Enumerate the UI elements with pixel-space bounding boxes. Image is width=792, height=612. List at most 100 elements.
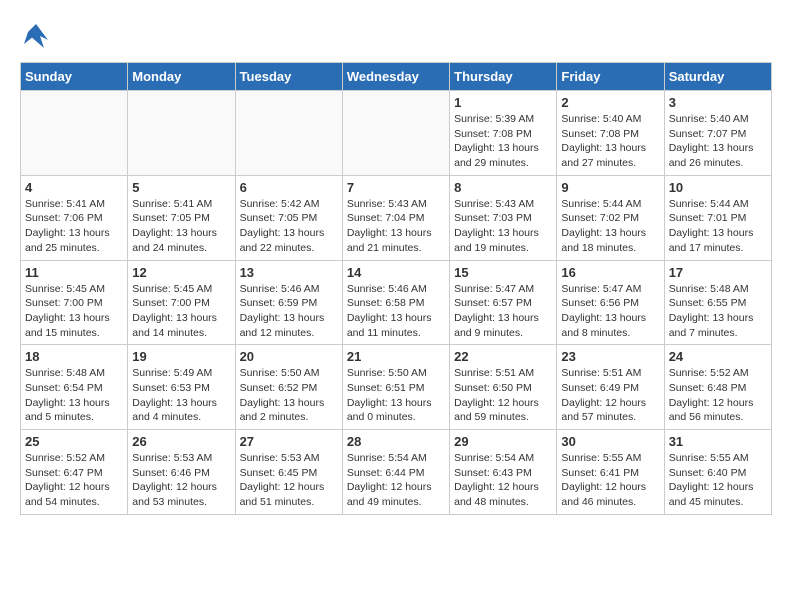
day-number: 17 [669, 265, 767, 280]
calendar-cell: 21 Sunrise: 5:50 AM Sunset: 6:51 PM Dayli… [342, 345, 449, 430]
logo-icon [20, 20, 52, 52]
calendar-cell: 31 Sunrise: 5:55 AM Sunset: 6:40 PM Dayli… [664, 430, 771, 515]
weekday-header-thursday: Thursday [450, 63, 557, 91]
calendar-cell: 22Sunrise: 5:51 AM Sunset: 6:50 PM Dayli… [450, 345, 557, 430]
day-info: Sunrise: 5:43 AM Sunset: 7:04 PM Dayligh… [347, 197, 445, 256]
day-number: 5 [132, 180, 230, 195]
calendar-cell: 9Sunrise: 5:44 AM Sunset: 7:02 PM Daylig… [557, 175, 664, 260]
day-number: 19 [132, 349, 230, 364]
day-info: Sunrise: 5:50 AM Sunset: 6:52 PM Dayligh… [240, 366, 338, 425]
weekday-header-sunday: Sunday [21, 63, 128, 91]
calendar-cell: 2 Sunrise: 5:40 AM Sunset: 7:08 PM Daylig… [557, 91, 664, 176]
day-number: 24 [669, 349, 767, 364]
day-info: Sunrise: 5:55 AM Sunset: 6:40 PM Dayligh… [669, 451, 767, 510]
day-number: 11 [25, 265, 123, 280]
day-number: 16 [561, 265, 659, 280]
calendar-week-row: 11 Sunrise: 5:45 AM Sunset: 7:00 PM Dayli… [21, 260, 772, 345]
day-info: Sunrise: 5:54 AM Sunset: 6:43 PM Dayligh… [454, 451, 552, 510]
calendar-cell: 20 Sunrise: 5:50 AM Sunset: 6:52 PM Dayli… [235, 345, 342, 430]
day-number: 10 [669, 180, 767, 195]
day-info: Sunrise: 5:54 AM Sunset: 6:44 PM Dayligh… [347, 451, 445, 510]
day-number: 31 [669, 434, 767, 449]
weekday-header-wednesday: Wednesday [342, 63, 449, 91]
day-number: 12 [132, 265, 230, 280]
day-info: Sunrise: 5:47 AM Sunset: 6:56 PM Dayligh… [561, 282, 659, 341]
calendar-cell: 6Sunrise: 5:42 AM Sunset: 7:05 PM Daylig… [235, 175, 342, 260]
calendar-week-row: 1Sunrise: 5:39 AM Sunset: 7:08 PM Daylig… [21, 91, 772, 176]
day-info: Sunrise: 5:52 AM Sunset: 6:48 PM Dayligh… [669, 366, 767, 425]
page-header [20, 20, 772, 52]
day-number: 20 [240, 349, 338, 364]
calendar-cell: 11 Sunrise: 5:45 AM Sunset: 7:00 PM Dayli… [21, 260, 128, 345]
day-info: Sunrise: 5:39 AM Sunset: 7:08 PM Dayligh… [454, 112, 552, 171]
calendar-cell [342, 91, 449, 176]
calendar-week-row: 4 Sunrise: 5:41 AM Sunset: 7:06 PM Daylig… [21, 175, 772, 260]
day-number: 21 [347, 349, 445, 364]
weekday-header-monday: Monday [128, 63, 235, 91]
calendar-cell: 10 Sunrise: 5:44 AM Sunset: 7:01 PM Dayli… [664, 175, 771, 260]
calendar-cell [128, 91, 235, 176]
day-info: Sunrise: 5:45 AM Sunset: 7:00 PM Dayligh… [25, 282, 123, 341]
day-info: Sunrise: 5:45 AM Sunset: 7:00 PM Dayligh… [132, 282, 230, 341]
day-info: Sunrise: 5:44 AM Sunset: 7:02 PM Dayligh… [561, 197, 659, 256]
calendar-week-row: 18Sunrise: 5:48 AM Sunset: 6:54 PM Dayli… [21, 345, 772, 430]
day-number: 13 [240, 265, 338, 280]
day-info: Sunrise: 5:55 AM Sunset: 6:41 PM Dayligh… [561, 451, 659, 510]
calendar-cell: 19 Sunrise: 5:49 AM Sunset: 6:53 PM Dayli… [128, 345, 235, 430]
day-number: 26 [132, 434, 230, 449]
day-info: Sunrise: 5:46 AM Sunset: 6:59 PM Dayligh… [240, 282, 338, 341]
calendar-cell: 28 Sunrise: 5:54 AM Sunset: 6:44 PM Dayli… [342, 430, 449, 515]
day-info: Sunrise: 5:49 AM Sunset: 6:53 PM Dayligh… [132, 366, 230, 425]
calendar-week-row: 25 Sunrise: 5:52 AM Sunset: 6:47 PM Dayli… [21, 430, 772, 515]
day-info: Sunrise: 5:53 AM Sunset: 6:46 PM Dayligh… [132, 451, 230, 510]
day-number: 15 [454, 265, 552, 280]
day-number: 2 [561, 95, 659, 110]
day-info: Sunrise: 5:50 AM Sunset: 6:51 PM Dayligh… [347, 366, 445, 425]
day-info: Sunrise: 5:40 AM Sunset: 7:08 PM Dayligh… [561, 112, 659, 171]
day-number: 29 [454, 434, 552, 449]
calendar-cell: 14 Sunrise: 5:46 AM Sunset: 6:58 PM Dayli… [342, 260, 449, 345]
calendar-cell: 1Sunrise: 5:39 AM Sunset: 7:08 PM Daylig… [450, 91, 557, 176]
calendar-cell [21, 91, 128, 176]
day-info: Sunrise: 5:51 AM Sunset: 6:50 PM Dayligh… [454, 366, 552, 425]
calendar-cell: 18Sunrise: 5:48 AM Sunset: 6:54 PM Dayli… [21, 345, 128, 430]
calendar-cell: 12 Sunrise: 5:45 AM Sunset: 7:00 PM Dayli… [128, 260, 235, 345]
day-info: Sunrise: 5:52 AM Sunset: 6:47 PM Dayligh… [25, 451, 123, 510]
calendar-cell: 17 Sunrise: 5:48 AM Sunset: 6:55 PM Dayli… [664, 260, 771, 345]
day-info: Sunrise: 5:48 AM Sunset: 6:55 PM Dayligh… [669, 282, 767, 341]
day-info: Sunrise: 5:44 AM Sunset: 7:01 PM Dayligh… [669, 197, 767, 256]
calendar-cell: 23 Sunrise: 5:51 AM Sunset: 6:49 PM Dayli… [557, 345, 664, 430]
day-info: Sunrise: 5:41 AM Sunset: 7:06 PM Dayligh… [25, 197, 123, 256]
day-number: 7 [347, 180, 445, 195]
weekday-header-saturday: Saturday [664, 63, 771, 91]
calendar-cell: 24 Sunrise: 5:52 AM Sunset: 6:48 PM Dayli… [664, 345, 771, 430]
day-number: 14 [347, 265, 445, 280]
calendar-cell: 4 Sunrise: 5:41 AM Sunset: 7:06 PM Daylig… [21, 175, 128, 260]
day-info: Sunrise: 5:40 AM Sunset: 7:07 PM Dayligh… [669, 112, 767, 171]
day-number: 25 [25, 434, 123, 449]
day-number: 27 [240, 434, 338, 449]
logo [20, 20, 56, 52]
calendar-cell: 5 Sunrise: 5:41 AM Sunset: 7:05 PM Daylig… [128, 175, 235, 260]
weekday-header-row: SundayMondayTuesdayWednesdayThursdayFrid… [21, 63, 772, 91]
calendar-cell: 16 Sunrise: 5:47 AM Sunset: 6:56 PM Dayli… [557, 260, 664, 345]
day-number: 28 [347, 434, 445, 449]
calendar-cell: 27 Sunrise: 5:53 AM Sunset: 6:45 PM Dayli… [235, 430, 342, 515]
day-number: 23 [561, 349, 659, 364]
calendar-cell: 15Sunrise: 5:47 AM Sunset: 6:57 PM Dayli… [450, 260, 557, 345]
calendar-cell [235, 91, 342, 176]
calendar-cell: 8 Sunrise: 5:43 AM Sunset: 7:03 PM Daylig… [450, 175, 557, 260]
day-info: Sunrise: 5:43 AM Sunset: 7:03 PM Dayligh… [454, 197, 552, 256]
calendar-cell: 26 Sunrise: 5:53 AM Sunset: 6:46 PM Dayli… [128, 430, 235, 515]
day-number: 3 [669, 95, 767, 110]
day-info: Sunrise: 5:41 AM Sunset: 7:05 PM Dayligh… [132, 197, 230, 256]
weekday-header-tuesday: Tuesday [235, 63, 342, 91]
weekday-header-friday: Friday [557, 63, 664, 91]
day-number: 4 [25, 180, 123, 195]
day-number: 30 [561, 434, 659, 449]
day-info: Sunrise: 5:46 AM Sunset: 6:58 PM Dayligh… [347, 282, 445, 341]
calendar-cell: 3 Sunrise: 5:40 AM Sunset: 7:07 PM Daylig… [664, 91, 771, 176]
day-info: Sunrise: 5:51 AM Sunset: 6:49 PM Dayligh… [561, 366, 659, 425]
day-number: 8 [454, 180, 552, 195]
day-info: Sunrise: 5:53 AM Sunset: 6:45 PM Dayligh… [240, 451, 338, 510]
